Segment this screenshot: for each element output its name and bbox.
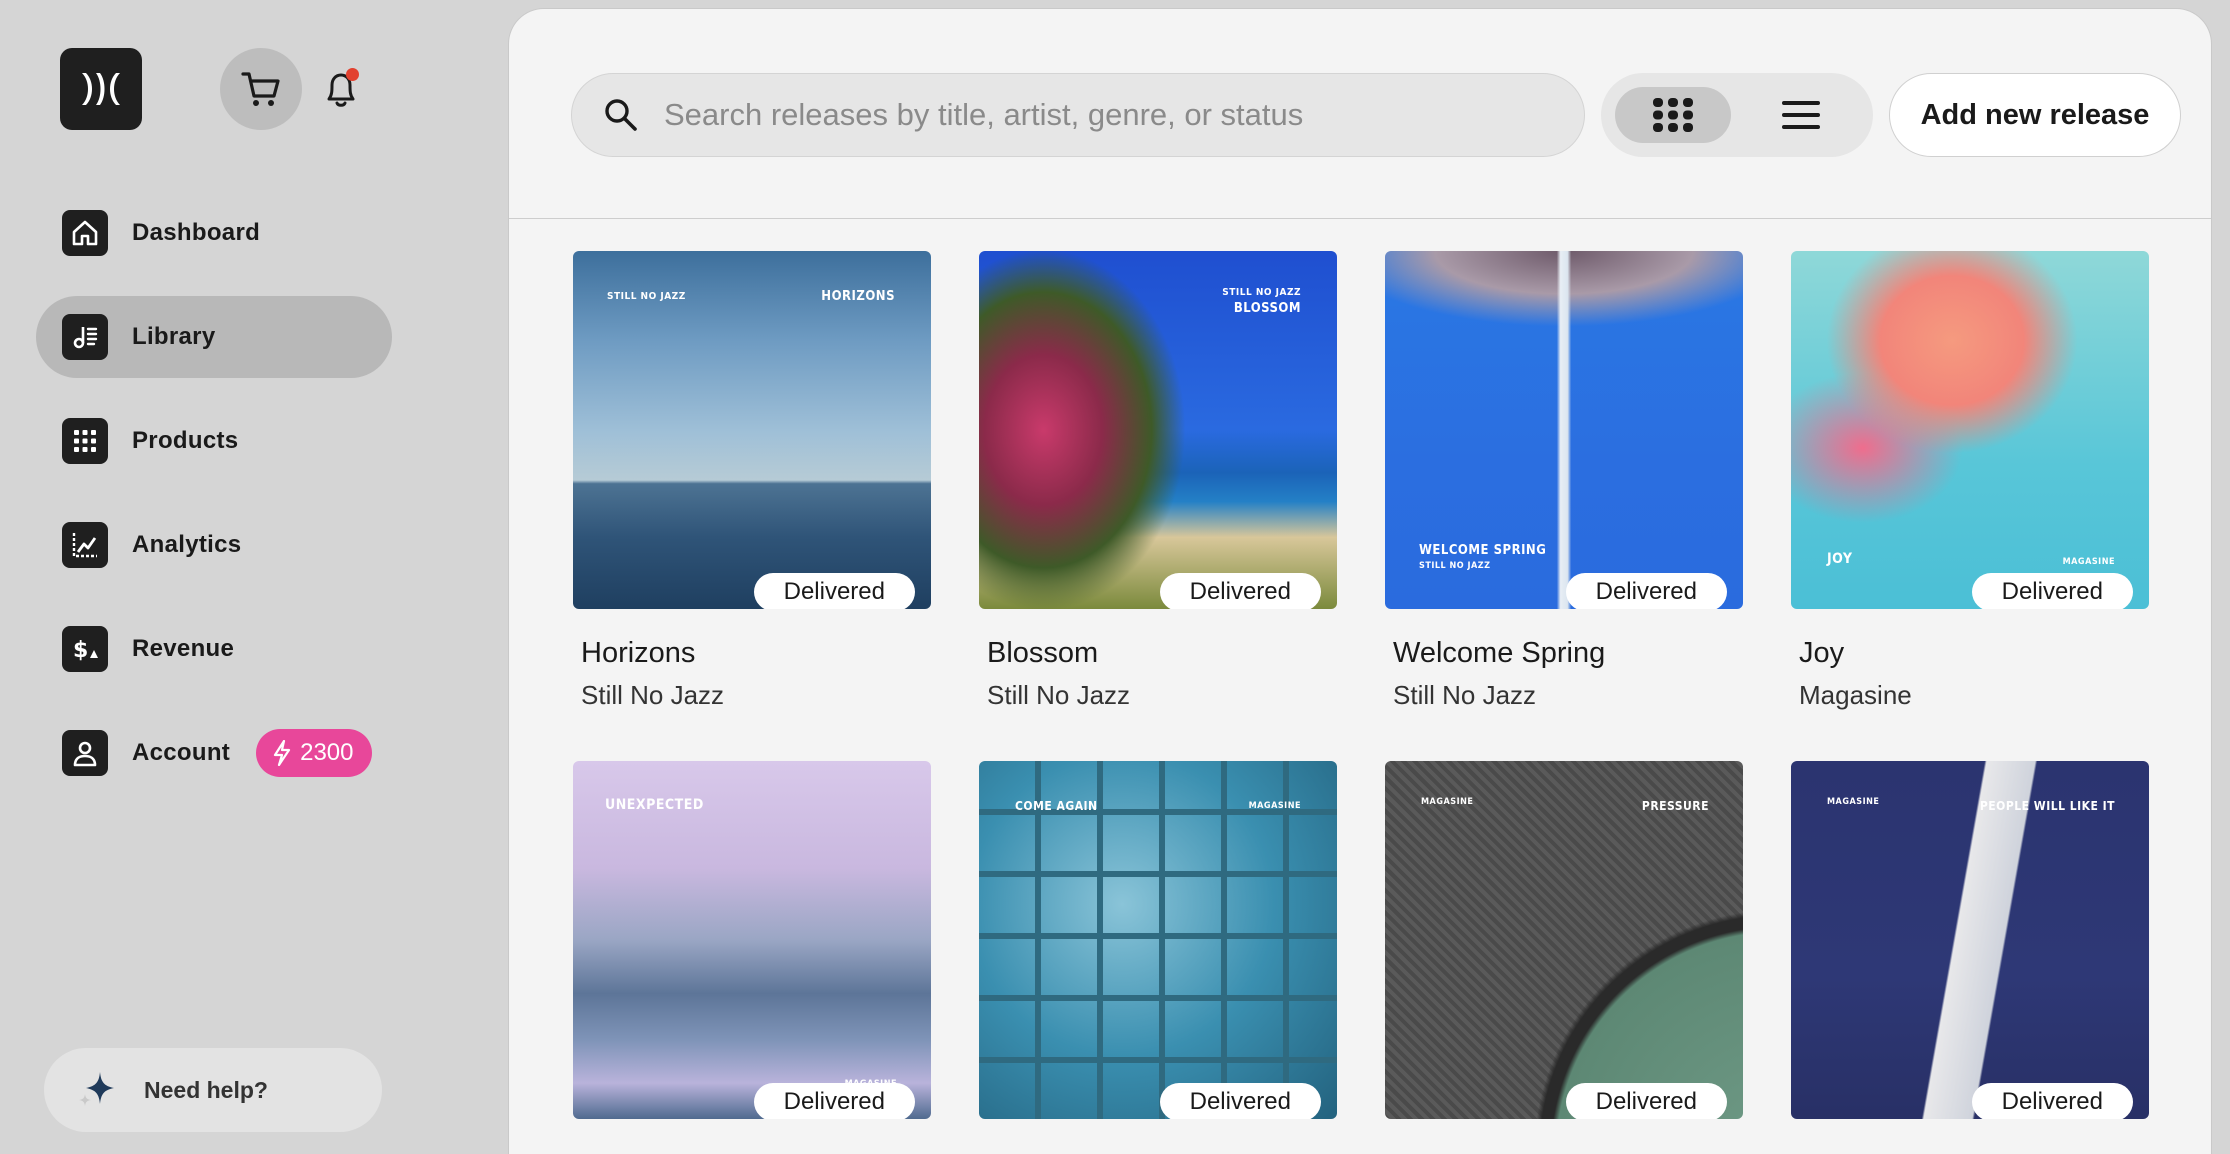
sidebar-item-analytics[interactable]: Analytics [36, 504, 392, 586]
cover-text: HORIZONS [821, 289, 895, 304]
grid-icon [62, 418, 108, 464]
cover-art: MAGASINE PEOPLE WILL LIKE IT Delivered [1791, 761, 2149, 1119]
sidebar-item-account[interactable]: Account 2300 [36, 712, 392, 794]
release-artist: Still No Jazz [987, 680, 1131, 710]
release-card[interactable]: STILL NO JAZZ HORIZONS Delivered Horizon… [573, 251, 931, 711]
release-card[interactable]: JOY MAGASINE Delivered Joy Magasine [1791, 251, 2149, 711]
sidebar-item-label: Library [132, 323, 216, 350]
grid-view-icon [1653, 98, 1693, 132]
release-artist: Magasine [1799, 680, 1912, 710]
sidebar-item-revenue[interactable]: $ Revenue [36, 608, 392, 690]
logo-icon [82, 73, 120, 105]
sidebar-item-label: Products [132, 427, 239, 454]
status-badge: Delivered [1159, 1083, 1321, 1119]
cover-text: BLOSSOM [1233, 301, 1301, 316]
release-artist: Still No Jazz [581, 680, 725, 710]
cover-text: UNEXPECTED [605, 797, 704, 813]
music-library-icon [62, 314, 108, 360]
status-badge: Delivered [753, 1083, 915, 1119]
view-toggle [1601, 73, 1873, 157]
user-icon [62, 730, 108, 776]
add-release-button[interactable]: Add new release [1889, 73, 2181, 157]
notifications-button[interactable] [300, 48, 382, 130]
cover-text: MAGASINE [2062, 557, 2115, 567]
cover-art: UNEXPECTED MAGASINE Delivered [573, 761, 931, 1119]
release-artist: Still No Jazz [1393, 680, 1537, 710]
cover-text: MAGASINE [1421, 797, 1474, 807]
help-button[interactable]: Need help? [44, 1048, 382, 1132]
release-card[interactable]: UNEXPECTED MAGASINE Delivered [573, 761, 931, 1119]
chart-icon [62, 522, 108, 568]
svg-text:$: $ [73, 638, 88, 663]
sparkle-icon [79, 1072, 114, 1106]
release-card[interactable]: STILL NO JAZZ BLOSSOM Delivered Blossom … [979, 251, 1337, 711]
lightning-icon [274, 740, 291, 766]
help-label: Need help? [144, 1076, 268, 1103]
list-view-icon [1782, 101, 1820, 129]
cover-text: MAGASINE [1248, 801, 1301, 811]
cover-art: JOY MAGASINE Delivered [1791, 251, 2149, 609]
search-bar[interactable] [571, 73, 1585, 157]
cover-text: STILL NO JAZZ [1419, 561, 1491, 571]
dollar-icon: $ [62, 626, 108, 672]
cover-art: WELCOME SPRING STILL NO JAZZ Delivered [1385, 251, 1743, 609]
cover-text: MAGASINE [1827, 797, 1880, 807]
cover-text: PRESSURE [1641, 799, 1709, 813]
cover-art: STILL NO JAZZ HORIZONS Delivered [573, 251, 931, 609]
main-panel: Add new release STILL NO JAZZ HORIZONS D… [508, 8, 2212, 1154]
status-badge: Delivered [1971, 573, 2133, 609]
status-badge: Delivered [1565, 1083, 1727, 1119]
search-input[interactable] [664, 97, 1564, 133]
sidebar-item-label: Dashboard [132, 219, 261, 246]
sidebar: Dashboard Library Products Analytics $ R… [0, 0, 508, 1154]
release-card[interactable]: MAGASINE PRESSURE Delivered [1385, 761, 1743, 1119]
release-title: Horizons [581, 637, 696, 669]
status-badge: Delivered [1565, 573, 1727, 609]
sidebar-item-label: Revenue [132, 635, 235, 662]
cover-text: WELCOME SPRING [1419, 543, 1547, 558]
app-logo[interactable] [60, 48, 142, 130]
release-title: Joy [1799, 637, 1845, 669]
grid-view-button[interactable] [1615, 87, 1731, 143]
cover-text: PEOPLE WILL LIKE IT [1979, 799, 2115, 813]
toolbar: Add new release [509, 9, 2211, 219]
notification-dot [346, 68, 359, 81]
cover-text: STILL NO JAZZ [607, 291, 686, 302]
status-badge: Delivered [753, 573, 915, 609]
sidebar-item-products[interactable]: Products [36, 400, 392, 482]
cover-text: JOY [1827, 551, 1853, 567]
sidebar-nav: Dashboard Library Products Analytics $ R… [36, 192, 392, 816]
release-title: Blossom [987, 637, 1099, 669]
cover-text: STILL NO JAZZ [1222, 287, 1301, 298]
sidebar-item-label: Analytics [132, 531, 242, 558]
cover-art: STILL NO JAZZ BLOSSOM Delivered [979, 251, 1337, 609]
sidebar-item-label: Account [132, 739, 231, 766]
sidebar-item-dashboard[interactable]: Dashboard [36, 192, 392, 274]
list-view-button[interactable] [1743, 87, 1859, 143]
cover-text: COME AGAIN [1015, 799, 1098, 813]
cover-art: MAGASINE PRESSURE Delivered [1385, 761, 1743, 1119]
release-card[interactable]: MAGASINE PEOPLE WILL LIKE IT Delivered [1791, 761, 2149, 1119]
cover-art: COME AGAIN MAGASINE Delivered [979, 761, 1337, 1119]
status-badge: Delivered [1159, 573, 1321, 609]
release-card[interactable]: COME AGAIN MAGASINE Delivered [979, 761, 1337, 1119]
release-card[interactable]: WELCOME SPRING STILL NO JAZZ Delivered W… [1385, 251, 1743, 711]
sidebar-item-library[interactable]: Library [36, 296, 392, 378]
credits-badge[interactable]: 2300 [256, 729, 372, 777]
home-icon [62, 210, 108, 256]
cart-button[interactable] [220, 48, 302, 130]
cart-icon [241, 72, 280, 106]
search-icon [605, 99, 637, 131]
credits-count: 2300 [300, 739, 354, 766]
release-title: Welcome Spring [1393, 637, 1606, 669]
status-badge: Delivered [1971, 1083, 2133, 1119]
